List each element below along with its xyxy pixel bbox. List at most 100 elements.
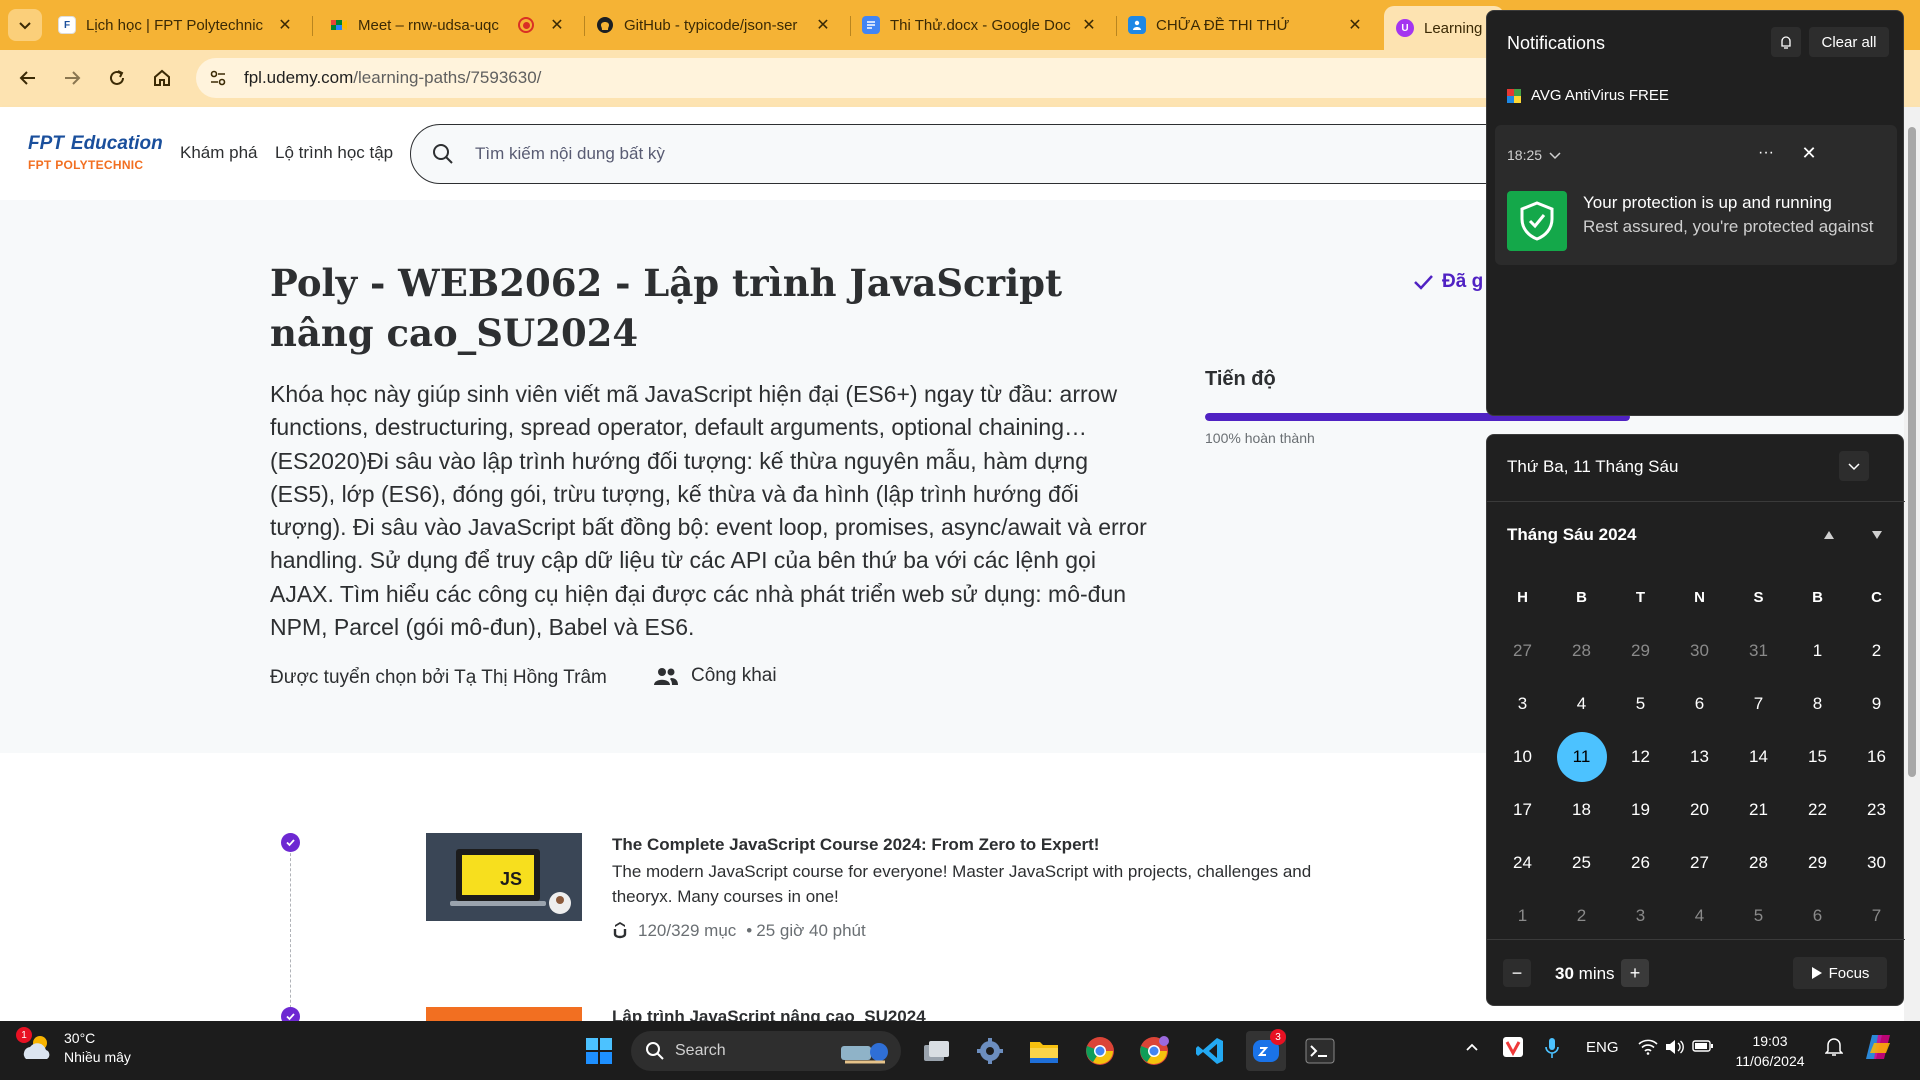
input-language[interactable]: ENG — [1586, 1039, 1619, 1056]
calendar-day[interactable]: 9 — [1847, 677, 1906, 730]
nav-explore[interactable]: Khám phá — [180, 143, 258, 163]
calendar-day-today[interactable]: 11 — [1552, 730, 1611, 783]
forward-button[interactable] — [56, 62, 88, 94]
calendar-day[interactable]: 8 — [1788, 677, 1847, 730]
calendar-day[interactable]: 2 — [1552, 889, 1611, 942]
close-icon[interactable]: ✕ — [276, 16, 294, 34]
show-hidden-icons[interactable] — [1464, 1039, 1480, 1059]
focus-start-button[interactable]: Focus — [1793, 957, 1887, 989]
calendar-day[interactable]: 7 — [1729, 677, 1788, 730]
calendar-day[interactable]: 27 — [1493, 624, 1552, 677]
calendar-day[interactable]: 21 — [1729, 783, 1788, 836]
calendar-day[interactable]: 27 — [1670, 836, 1729, 889]
settings-gear-icon[interactable] — [970, 1031, 1010, 1071]
search-input[interactable] — [475, 144, 1375, 164]
calendar-day[interactable]: 18 — [1552, 783, 1611, 836]
calendar-day[interactable]: 6 — [1670, 677, 1729, 730]
calendar-day[interactable]: 28 — [1552, 624, 1611, 677]
volume-icon[interactable] — [1665, 1039, 1685, 1059]
calendar-day[interactable]: 30 — [1847, 836, 1906, 889]
calendar-collapse-button[interactable] — [1839, 451, 1869, 481]
windows-start-icon[interactable] — [579, 1031, 619, 1071]
previous-month-button[interactable] — [1817, 523, 1841, 547]
close-icon[interactable]: ✕ — [1080, 16, 1098, 34]
calendar-day[interactable]: 2 — [1847, 624, 1906, 677]
file-explorer-icon[interactable] — [1024, 1031, 1064, 1071]
microphone-icon[interactable] — [1544, 1037, 1560, 1063]
calendar-day[interactable]: 4 — [1670, 889, 1729, 942]
wifi-icon[interactable] — [1638, 1039, 1658, 1059]
zalo-icon[interactable]: 3 — [1246, 1029, 1286, 1071]
calendar-day[interactable]: 1 — [1493, 889, 1552, 942]
battery-icon[interactable] — [1692, 1039, 1714, 1057]
calendar-day[interactable]: 16 — [1847, 730, 1906, 783]
calendar-day[interactable]: 1 — [1788, 624, 1847, 677]
calendar-day[interactable]: 30 — [1670, 624, 1729, 677]
fpt-polytechnic-logo[interactable]: FPT Education FPT POLYTECHNIC — [28, 133, 163, 179]
site-info-button[interactable] — [202, 62, 234, 94]
course-thumbnail[interactable]: JS — [426, 833, 582, 921]
calendar-day[interactable]: 24 — [1493, 836, 1552, 889]
close-icon[interactable]: ✕ — [548, 16, 566, 34]
taskbar-search[interactable]: Search — [631, 1031, 901, 1071]
calendar-day[interactable]: 7 — [1847, 889, 1906, 942]
calendar-day[interactable]: 22 — [1788, 783, 1847, 836]
focus-decrease-button[interactable]: − — [1503, 959, 1531, 987]
search-icon[interactable] — [429, 140, 457, 168]
calendar-day[interactable]: 13 — [1670, 730, 1729, 783]
clear-all-button[interactable]: Clear all — [1809, 27, 1889, 57]
copilot-icon[interactable] — [1864, 1033, 1894, 1065]
calendar-day[interactable]: 10 — [1493, 730, 1552, 783]
close-icon[interactable]: ✕ — [1797, 141, 1821, 165]
calendar-day[interactable]: 25 — [1552, 836, 1611, 889]
focus-increase-button[interactable]: + — [1621, 959, 1649, 987]
calendar-day[interactable]: 3 — [1493, 677, 1552, 730]
notification-card[interactable]: 18:25 ··· ✕ Your protection is up and ru… — [1495, 125, 1897, 265]
address-bar[interactable]: fpl.udemy.com/learning-paths/7593630/ — [196, 58, 1506, 98]
calendar-day[interactable]: 23 — [1847, 783, 1906, 836]
calendar-month-label[interactable]: Tháng Sáu 2024 — [1507, 525, 1636, 545]
nav-learning-paths[interactable]: Lộ trình học tập — [275, 143, 393, 163]
home-button[interactable] — [146, 62, 178, 94]
vivaldi-tray-icon[interactable] — [1503, 1037, 1523, 1061]
taskbar-clock[interactable]: 19:03 11/06/2024 — [1722, 1031, 1818, 1071]
calendar-day[interactable]: 29 — [1611, 624, 1670, 677]
more-options-icon[interactable]: ··· — [1751, 141, 1781, 165]
task-view-icon[interactable] — [916, 1031, 956, 1071]
tab-classroom[interactable]: CHỮA ĐỀ THI THỬ ✕ — [1116, 8, 1376, 42]
reload-button[interactable] — [101, 62, 133, 94]
calendar-day[interactable]: 12 — [1611, 730, 1670, 783]
calendar-day[interactable]: 31 — [1729, 624, 1788, 677]
notification-bell-icon[interactable] — [1824, 1037, 1844, 1061]
tab-search-button[interactable] — [8, 9, 42, 41]
calendar-day[interactable]: 17 — [1493, 783, 1552, 836]
next-month-button[interactable] — [1865, 523, 1889, 547]
terminal-icon[interactable] — [1300, 1031, 1340, 1071]
scrollbar-thumb[interactable] — [1908, 127, 1916, 777]
vscode-icon[interactable] — [1190, 1031, 1230, 1071]
back-button[interactable] — [12, 62, 44, 94]
calendar-day[interactable]: 4 — [1552, 677, 1611, 730]
tab-github[interactable]: GitHub - typicode/json-ser ✕ — [584, 8, 844, 42]
calendar-day[interactable]: 28 — [1729, 836, 1788, 889]
course-item-title[interactable]: Lập trình JavaScript nâng cao_SU2024 — [612, 1007, 926, 1021]
close-icon[interactable]: ✕ — [1346, 16, 1364, 34]
calendar-day[interactable]: 26 — [1611, 836, 1670, 889]
calendar-day[interactable]: 19 — [1611, 783, 1670, 836]
tab-google-docs[interactable]: Thi Thử.docx - Google Doc ✕ — [850, 8, 1110, 42]
chrome-profile-icon[interactable] — [1134, 1031, 1174, 1071]
enrolled-status[interactable]: Đã g — [1412, 271, 1483, 293]
calendar-day[interactable]: 3 — [1611, 889, 1670, 942]
notification-time[interactable]: 18:25 — [1507, 147, 1562, 163]
course-thumbnail[interactable] — [426, 1007, 582, 1021]
calendar-day[interactable]: 20 — [1670, 783, 1729, 836]
course-item-title[interactable]: The Complete JavaScript Course 2024: Fro… — [612, 835, 1099, 855]
calendar-day[interactable]: 14 — [1729, 730, 1788, 783]
url-text[interactable]: fpl.udemy.com/learning-paths/7593630/ — [244, 68, 541, 88]
calendar-day[interactable]: 29 — [1788, 836, 1847, 889]
calendar-day[interactable]: 5 — [1611, 677, 1670, 730]
tab-fpt-schedule[interactable]: F Lịch học | FPT Polytechnic ✕ — [46, 8, 306, 42]
calendar-day[interactable]: 5 — [1729, 889, 1788, 942]
calendar-day[interactable]: 6 — [1788, 889, 1847, 942]
tab-google-meet[interactable]: Meet – rnw-udsa-uqc ✕ — [318, 8, 578, 42]
